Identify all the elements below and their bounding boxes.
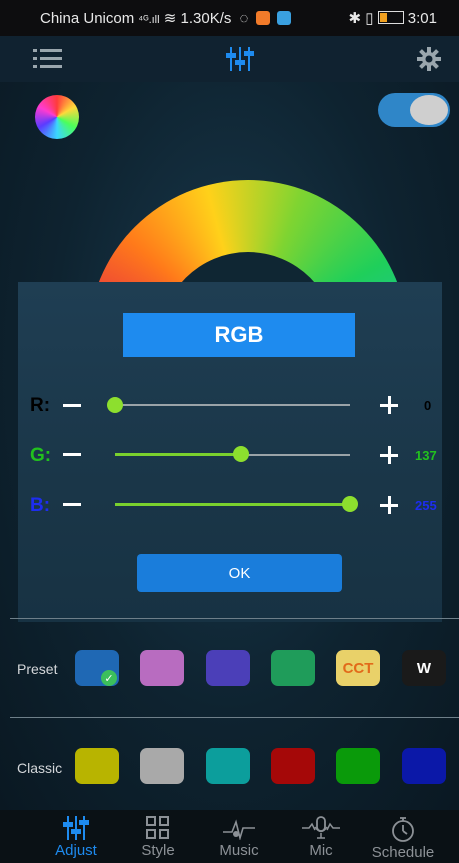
dialog-title: RGB	[123, 313, 355, 357]
nav-label: Adjust	[55, 842, 97, 859]
status-left: China Unicom ⁴ᴳ.ıll ≋ 1.30K/s ◌	[40, 9, 291, 27]
r-slider-track[interactable]	[115, 404, 350, 406]
classic-swatch[interactable]	[140, 748, 184, 784]
power-toggle-knob	[410, 95, 448, 125]
divider	[10, 618, 459, 619]
g-minus-button[interactable]	[63, 453, 81, 456]
nav-item-adjust[interactable]: Adjust	[30, 810, 122, 863]
selected-check-icon: ✓	[101, 670, 117, 686]
status-bar: China Unicom ⁴ᴳ.ıll ≋ 1.30K/s ◌ ✱ ▯ 3:01	[0, 0, 459, 36]
b-plus-button[interactable]	[380, 496, 398, 514]
grid-icon	[146, 816, 169, 839]
slider-label-g: G:	[30, 445, 52, 466]
nav-label: Schedule	[371, 844, 435, 861]
bluetooth-icon: ✱	[348, 10, 362, 27]
signal-icon: ⁴ᴳ.ıll	[138, 14, 160, 26]
slider-label-b: B:	[30, 495, 51, 516]
gear-icon[interactable]	[417, 47, 441, 71]
nav-label: Music	[219, 842, 259, 859]
slider-label-r: R:	[30, 395, 51, 416]
equalizer-icon	[63, 816, 89, 840]
g-slider-fill	[115, 453, 241, 456]
app-notification-icon	[276, 11, 291, 25]
nav-label: Mic	[309, 842, 333, 859]
r-minus-button[interactable]	[63, 404, 81, 407]
classic-swatch[interactable]	[206, 748, 250, 784]
classic-swatch[interactable]	[336, 748, 380, 784]
ok-button[interactable]: OK	[137, 554, 342, 592]
preset-swatch-white[interactable]: W	[402, 650, 446, 686]
b-value: 255	[415, 498, 437, 513]
r-plus-button[interactable]	[380, 396, 398, 414]
clock: 3:01	[407, 10, 437, 27]
classic-label: Classic	[17, 760, 63, 776]
b-slider-fill	[115, 503, 350, 506]
g-slider-thumb[interactable]	[233, 446, 249, 462]
equalizer-icon	[226, 47, 254, 71]
preset-swatch[interactable]	[271, 650, 315, 686]
net-speed: 1.30K/s	[180, 10, 232, 27]
menu-icon[interactable]	[33, 47, 63, 71]
r-slider-thumb[interactable]	[107, 397, 123, 413]
mic-icon	[302, 816, 340, 839]
nav-item-schedule[interactable]: Schedule	[357, 810, 449, 863]
nav-label: Style	[141, 842, 175, 859]
vibrate-icon: ▯	[365, 10, 374, 27]
classic-swatch[interactable]	[271, 748, 315, 784]
status-right: ✱ ▯ 3:01	[348, 9, 437, 27]
b-minus-button[interactable]	[63, 503, 81, 506]
music-icon	[223, 819, 255, 840]
color-picker-icon[interactable]	[35, 95, 79, 139]
battery-icon	[377, 11, 404, 24]
notification-icon: ◌	[239, 10, 249, 27]
g-value: 137	[415, 448, 437, 463]
nav-item-style[interactable]: Style	[112, 810, 204, 863]
preset-swatch-cct[interactable]: CCT	[336, 650, 380, 686]
app-notification-icon	[255, 11, 270, 25]
nav-item-mic[interactable]: Mic	[275, 810, 367, 863]
nav-item-music[interactable]: Music	[193, 810, 285, 863]
preset-swatch[interactable]	[140, 650, 184, 686]
r-value: 0	[424, 398, 432, 413]
preset-label: Preset	[17, 661, 58, 677]
g-plus-button[interactable]	[380, 446, 398, 464]
wifi-icon: ≋	[163, 10, 177, 27]
classic-swatch[interactable]	[75, 748, 119, 784]
stopwatch-icon	[392, 817, 414, 842]
divider	[10, 717, 459, 718]
b-slider-thumb[interactable]	[342, 496, 358, 512]
classic-swatch[interactable]	[402, 748, 446, 784]
carrier-label: China Unicom	[40, 10, 135, 27]
preset-swatch[interactable]	[206, 650, 250, 686]
